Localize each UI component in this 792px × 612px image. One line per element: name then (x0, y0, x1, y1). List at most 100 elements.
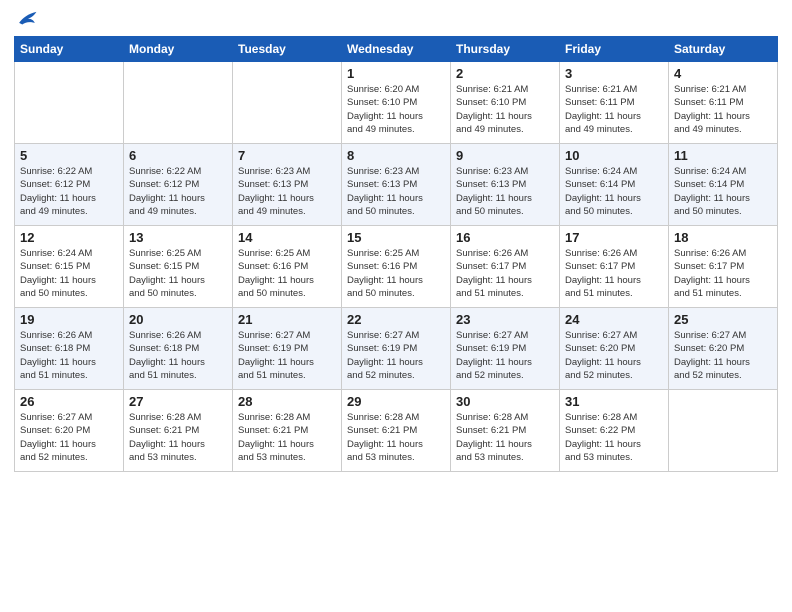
day-info: Sunrise: 6:27 AM Sunset: 6:19 PM Dayligh… (456, 329, 554, 382)
day-number: 12 (20, 230, 118, 245)
day-number: 16 (456, 230, 554, 245)
calendar-cell (15, 62, 124, 144)
calendar-cell (124, 62, 233, 144)
day-number: 26 (20, 394, 118, 409)
calendar-cell: 27Sunrise: 6:28 AM Sunset: 6:21 PM Dayli… (124, 390, 233, 472)
day-number: 15 (347, 230, 445, 245)
calendar-cell: 4 Sunrise: 6:21 AM Sunset: 6:11 PM Daylig… (669, 62, 778, 144)
day-info: Sunrise: 6:21 AM Sunset: 6:11 PM Dayligh… (674, 83, 772, 136)
day-number: 10 (565, 148, 663, 163)
day-number: 28 (238, 394, 336, 409)
calendar-cell (669, 390, 778, 472)
day-info: Sunrise: 6:26 AM Sunset: 6:17 PM Dayligh… (674, 247, 772, 300)
col-header-friday: Friday (560, 37, 669, 62)
calendar-cell: 29 Sunrise: 6:28 AM Sunset: 6:21 PM Dayli… (342, 390, 451, 472)
day-number: 24 (565, 312, 663, 327)
calendar-cell: 14 Sunrise: 6:25 AM Sunset: 6:16 PM Dayli… (233, 226, 342, 308)
calendar-cell: 30 Sunrise: 6:28 AM Sunset: 6:21 PM Dayli… (451, 390, 560, 472)
calendar-cell: 1 Sunrise: 6:20 AM Sunset: 6:10 PM Daylig… (342, 62, 451, 144)
day-info: Sunrise: 6:27 AM Sunset: 6:20 PM Dayligh… (674, 329, 772, 382)
day-number: 1 (347, 66, 445, 81)
day-info: Sunrise: 6:27 AM Sunset: 6:19 PM Dayligh… (347, 329, 445, 382)
day-number: 31 (565, 394, 663, 409)
day-info: Sunrise: 6:26 AM Sunset: 6:18 PM Dayligh… (129, 329, 227, 382)
calendar-cell: 13 Sunrise: 6:25 AM Sunset: 6:15 PM Dayli… (124, 226, 233, 308)
day-number: 8 (347, 148, 445, 163)
day-info: Sunrise: 6:28 AM Sunset: 6:21 PM Dayligh… (456, 411, 554, 464)
day-number: 4 (674, 66, 772, 81)
day-number: 3 (565, 66, 663, 81)
calendar-cell: 9Sunrise: 6:23 AM Sunset: 6:13 PM Daylig… (451, 144, 560, 226)
day-info: Sunrise: 6:21 AM Sunset: 6:11 PM Dayligh… (565, 83, 663, 136)
day-info: Sunrise: 6:25 AM Sunset: 6:16 PM Dayligh… (238, 247, 336, 300)
day-info: Sunrise: 6:20 AM Sunset: 6:10 PM Dayligh… (347, 83, 445, 136)
calendar-cell: 25 Sunrise: 6:27 AM Sunset: 6:20 PM Dayli… (669, 308, 778, 390)
calendar-cell: 3 Sunrise: 6:21 AM Sunset: 6:11 PM Daylig… (560, 62, 669, 144)
day-info: Sunrise: 6:25 AM Sunset: 6:15 PM Dayligh… (129, 247, 227, 300)
calendar-cell: 12 Sunrise: 6:24 AM Sunset: 6:15 PM Dayli… (15, 226, 124, 308)
day-number: 29 (347, 394, 445, 409)
day-info: Sunrise: 6:23 AM Sunset: 6:13 PM Dayligh… (347, 165, 445, 218)
day-number: 5 (20, 148, 118, 163)
day-info: Sunrise: 6:27 AM Sunset: 6:19 PM Dayligh… (238, 329, 336, 382)
calendar-table: SundayMondayTuesdayWednesdayThursdayFrid… (14, 36, 778, 472)
calendar-cell: 19Sunrise: 6:26 AM Sunset: 6:18 PM Dayli… (15, 308, 124, 390)
calendar-cell: 17 Sunrise: 6:26 AM Sunset: 6:17 PM Dayli… (560, 226, 669, 308)
calendar-cell: 28 Sunrise: 6:28 AM Sunset: 6:21 PM Dayli… (233, 390, 342, 472)
logo (14, 10, 38, 28)
day-number: 30 (456, 394, 554, 409)
calendar-week-2: 5 Sunrise: 6:22 AM Sunset: 6:12 PM Daylig… (15, 144, 778, 226)
day-number: 17 (565, 230, 663, 245)
day-number: 27 (129, 394, 227, 409)
day-info: Sunrise: 6:22 AM Sunset: 6:12 PM Dayligh… (20, 165, 118, 218)
day-info: Sunrise: 6:26 AM Sunset: 6:17 PM Dayligh… (565, 247, 663, 300)
day-number: 18 (674, 230, 772, 245)
calendar-cell: 8 Sunrise: 6:23 AM Sunset: 6:13 PM Daylig… (342, 144, 451, 226)
header (14, 10, 778, 28)
day-number: 2 (456, 66, 554, 81)
calendar-week-3: 12 Sunrise: 6:24 AM Sunset: 6:15 PM Dayli… (15, 226, 778, 308)
calendar-header-row: SundayMondayTuesdayWednesdayThursdayFrid… (15, 37, 778, 62)
day-number: 11 (674, 148, 772, 163)
day-number: 22 (347, 312, 445, 327)
day-number: 7 (238, 148, 336, 163)
calendar-cell: 11Sunrise: 6:24 AM Sunset: 6:14 PM Dayli… (669, 144, 778, 226)
logo-bird-icon (16, 10, 38, 28)
col-header-monday: Monday (124, 37, 233, 62)
day-number: 20 (129, 312, 227, 327)
day-info: Sunrise: 6:21 AM Sunset: 6:10 PM Dayligh… (456, 83, 554, 136)
day-info: Sunrise: 6:24 AM Sunset: 6:14 PM Dayligh… (565, 165, 663, 218)
calendar-cell: 26Sunrise: 6:27 AM Sunset: 6:20 PM Dayli… (15, 390, 124, 472)
day-number: 21 (238, 312, 336, 327)
calendar-cell: 21 Sunrise: 6:27 AM Sunset: 6:19 PM Dayli… (233, 308, 342, 390)
calendar-cell: 10 Sunrise: 6:24 AM Sunset: 6:14 PM Dayli… (560, 144, 669, 226)
calendar-week-5: 26Sunrise: 6:27 AM Sunset: 6:20 PM Dayli… (15, 390, 778, 472)
calendar-week-4: 19Sunrise: 6:26 AM Sunset: 6:18 PM Dayli… (15, 308, 778, 390)
day-number: 6 (129, 148, 227, 163)
day-info: Sunrise: 6:26 AM Sunset: 6:17 PM Dayligh… (456, 247, 554, 300)
calendar-cell: 23Sunrise: 6:27 AM Sunset: 6:19 PM Dayli… (451, 308, 560, 390)
calendar-cell: 22 Sunrise: 6:27 AM Sunset: 6:19 PM Dayli… (342, 308, 451, 390)
calendar-cell: 7Sunrise: 6:23 AM Sunset: 6:13 PM Daylig… (233, 144, 342, 226)
day-info: Sunrise: 6:23 AM Sunset: 6:13 PM Dayligh… (456, 165, 554, 218)
col-header-wednesday: Wednesday (342, 37, 451, 62)
day-info: Sunrise: 6:24 AM Sunset: 6:15 PM Dayligh… (20, 247, 118, 300)
calendar-week-1: 1 Sunrise: 6:20 AM Sunset: 6:10 PM Daylig… (15, 62, 778, 144)
day-number: 13 (129, 230, 227, 245)
col-header-saturday: Saturday (669, 37, 778, 62)
calendar-cell: 18 Sunrise: 6:26 AM Sunset: 6:17 PM Dayli… (669, 226, 778, 308)
day-info: Sunrise: 6:28 AM Sunset: 6:21 PM Dayligh… (347, 411, 445, 464)
page: SundayMondayTuesdayWednesdayThursdayFrid… (0, 0, 792, 612)
calendar-cell: 2 Sunrise: 6:21 AM Sunset: 6:10 PM Daylig… (451, 62, 560, 144)
calendar-cell: 15Sunrise: 6:25 AM Sunset: 6:16 PM Dayli… (342, 226, 451, 308)
day-info: Sunrise: 6:22 AM Sunset: 6:12 PM Dayligh… (129, 165, 227, 218)
calendar-cell (233, 62, 342, 144)
col-header-tuesday: Tuesday (233, 37, 342, 62)
day-number: 14 (238, 230, 336, 245)
day-info: Sunrise: 6:26 AM Sunset: 6:18 PM Dayligh… (20, 329, 118, 382)
day-number: 25 (674, 312, 772, 327)
col-header-thursday: Thursday (451, 37, 560, 62)
day-info: Sunrise: 6:28 AM Sunset: 6:21 PM Dayligh… (238, 411, 336, 464)
calendar-cell: 31Sunrise: 6:28 AM Sunset: 6:22 PM Dayli… (560, 390, 669, 472)
calendar-cell: 16 Sunrise: 6:26 AM Sunset: 6:17 PM Dayli… (451, 226, 560, 308)
